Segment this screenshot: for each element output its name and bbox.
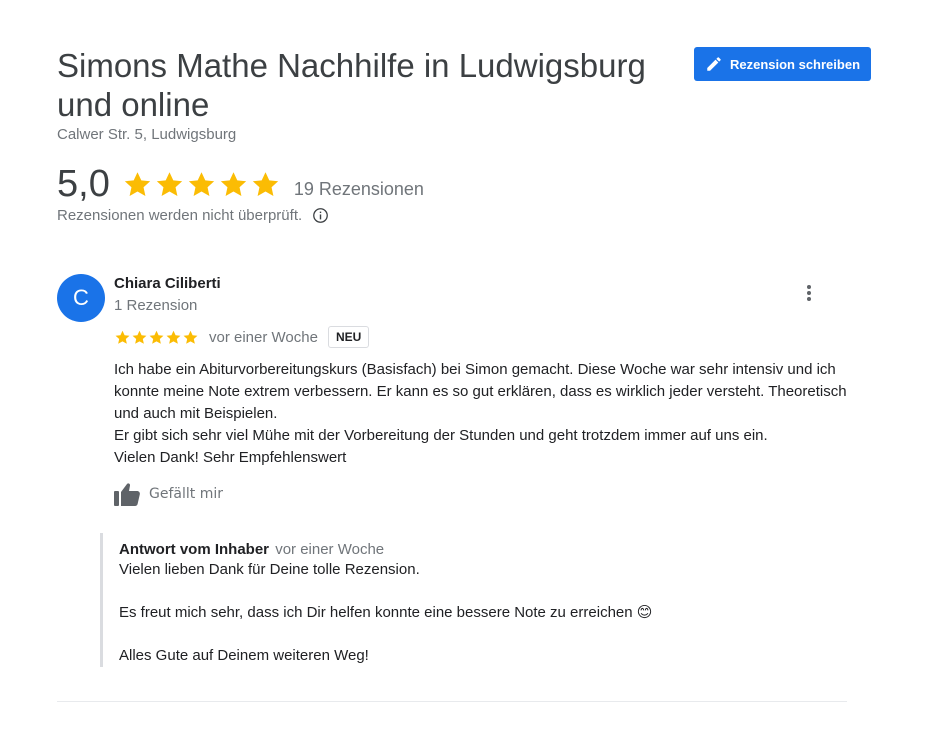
review-text-paragraph: Ich habe ein Abiturvorbereitungskurs (Ba… xyxy=(114,361,847,422)
owner-reply-line xyxy=(119,581,820,603)
owner-reply-line xyxy=(119,624,820,646)
rating-summary: 5,0 19 Rezensionen xyxy=(57,162,424,206)
write-review-label: Rezension schreiben xyxy=(729,56,861,72)
star-icon xyxy=(131,329,148,346)
review-stars xyxy=(114,329,199,346)
new-badge: NEU xyxy=(327,326,370,348)
unverified-note-text: Rezensionen werden nicht überprüft. xyxy=(57,207,303,224)
thumb-up-icon xyxy=(113,481,141,507)
pencil-icon xyxy=(705,55,723,73)
more-vert-icon xyxy=(797,281,821,305)
more-options-button[interactable] xyxy=(797,281,821,305)
reviewer-name[interactable]: Chiara Ciliberti xyxy=(114,275,221,292)
average-rating: 5,0 xyxy=(57,163,110,205)
owner-reply-line: Alles Gute auf Deinem weiteren Weg! xyxy=(119,647,369,664)
info-icon[interactable] xyxy=(312,207,329,224)
star-icon xyxy=(148,329,165,346)
owner-reply-date: vor einer Woche xyxy=(275,541,385,558)
review-text-paragraph: Vielen Dank! Sehr Empfehlenswert xyxy=(114,449,347,466)
place-address: Calwer Str. 5, Ludwigsburg xyxy=(57,126,237,143)
like-button[interactable]: Gefällt mir xyxy=(113,481,223,507)
owner-reply-line: Vielen lieben Dank für Deine tolle Rezen… xyxy=(119,561,420,578)
star-icon xyxy=(218,169,249,200)
star-icon xyxy=(186,169,217,200)
average-stars xyxy=(122,169,281,200)
review-count-link[interactable]: 19 Rezensionen xyxy=(294,179,424,200)
star-icon xyxy=(165,329,182,346)
avatar[interactable]: C xyxy=(57,274,105,322)
divider xyxy=(57,701,847,702)
star-icon xyxy=(154,169,185,200)
like-label: Gefällt mir xyxy=(149,486,223,502)
review-date: vor einer Woche xyxy=(209,328,318,346)
owner-reply: Antwort vom Inhaber vor einer Woche Viel… xyxy=(100,533,820,667)
star-icon xyxy=(114,329,131,346)
unverified-note: Rezensionen werden nicht überprüft. xyxy=(57,207,329,224)
star-icon xyxy=(122,169,153,200)
owner-reply-header: Antwort vom Inhaber vor einer Woche xyxy=(119,541,820,559)
review-text: Ich habe ein Abiturvorbereitungskurs (Ba… xyxy=(114,359,854,469)
place-title: Simons Mathe Nachhilfe in Ludwigsburg un… xyxy=(57,47,646,123)
review-text-paragraph: Er gibt sich sehr viel Mühe mit der Vorb… xyxy=(114,427,768,444)
owner-reply-label: Antwort vom Inhaber xyxy=(119,541,270,558)
star-icon xyxy=(182,329,199,346)
review-rating-row: vor einer Woche NEU xyxy=(114,324,370,350)
owner-reply-line: Es freut mich sehr, dass ich Dir helfen … xyxy=(119,604,653,621)
avatar-letter: C xyxy=(73,285,89,310)
star-icon xyxy=(250,169,281,200)
write-review-button[interactable]: Rezension schreiben xyxy=(694,47,871,81)
owner-reply-text: Vielen lieben Dank für Deine tolle Rezen… xyxy=(119,559,820,667)
reviewer-review-count: 1 Rezension xyxy=(114,297,198,314)
